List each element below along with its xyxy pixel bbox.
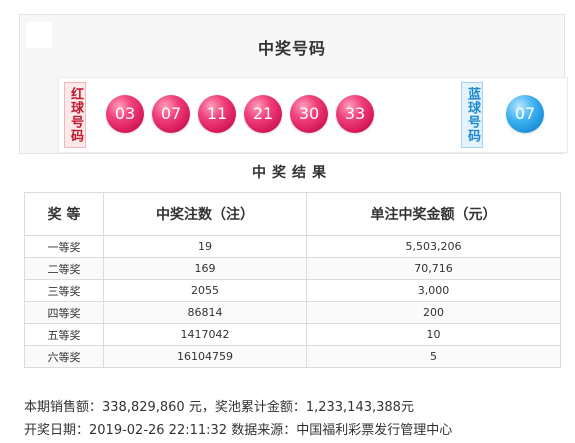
red-ball: 30 — [290, 95, 328, 133]
prize-level: 五等奖 — [24, 323, 104, 346]
red-ball-label: 红球号码 — [64, 82, 86, 148]
balls-box: 红球号码 03 07 11 21 30 33 蓝球号码 07 — [58, 77, 568, 153]
red-ball: 33 — [336, 95, 374, 133]
winning-numbers-panel: 中奖号码 红球号码 03 07 11 21 30 33 蓝球号码 07 — [19, 14, 568, 154]
winning-count: 1417042 — [103, 323, 307, 346]
table-row: 二等奖 169 70,716 — [24, 257, 561, 280]
table-header-row: 奖 等 中奖注数（注） 单注中奖金额（元） — [24, 192, 561, 236]
blue-ball-label: 蓝球号码 — [461, 82, 483, 148]
blue-ball: 07 — [506, 95, 544, 133]
red-ball: 07 — [152, 95, 190, 133]
sales-summary: 本期销售额：338,829,860 元，奖池累计金额：1,233,143,388… — [24, 400, 414, 415]
result-title: 中奖结果 — [252, 165, 332, 181]
column-header: 单注中奖金额（元） — [306, 192, 561, 236]
prize-amount: 3,000 — [306, 279, 561, 302]
table-row: 四等奖 86814 200 — [24, 301, 561, 324]
prize-amount: 10 — [306, 323, 561, 346]
prize-level: 六等奖 — [24, 345, 104, 368]
winning-count: 19 — [103, 235, 307, 258]
prize-level: 一等奖 — [24, 235, 104, 258]
table-row: 五等奖 1417042 10 — [24, 323, 561, 346]
prize-amount: 200 — [306, 301, 561, 324]
column-header: 奖 等 — [24, 192, 104, 236]
prize-table: 奖 等 中奖注数（注） 单注中奖金额（元） 一等奖 19 5,503,206 二… — [24, 192, 561, 368]
red-ball: 11 — [198, 95, 236, 133]
draw-info: 开奖日期：2019-02-26 22:11:32 数据来源：中国福利彩票发行管理… — [24, 423, 453, 438]
prize-level: 四等奖 — [24, 301, 104, 324]
winning-count: 2055 — [103, 279, 307, 302]
prize-amount: 70,716 — [306, 257, 561, 280]
prize-amount: 5,503,206 — [306, 235, 561, 258]
prize-level: 二等奖 — [24, 257, 104, 280]
table-row: 三等奖 2055 3,000 — [24, 279, 561, 302]
red-ball: 21 — [244, 95, 282, 133]
winning-count: 169 — [103, 257, 307, 280]
red-ball: 03 — [106, 95, 144, 133]
corner-inner — [26, 22, 52, 48]
winning-count: 16104759 — [103, 345, 307, 368]
table-row: 六等奖 16104759 5 — [24, 345, 561, 368]
table-row: 一等奖 19 5,503,206 — [24, 235, 561, 258]
prize-level: 三等奖 — [24, 279, 104, 302]
winning-count: 86814 — [103, 301, 307, 324]
panel-title: 中奖号码 — [257, 39, 326, 58]
column-header: 中奖注数（注） — [103, 192, 307, 236]
prize-amount: 5 — [306, 345, 561, 368]
